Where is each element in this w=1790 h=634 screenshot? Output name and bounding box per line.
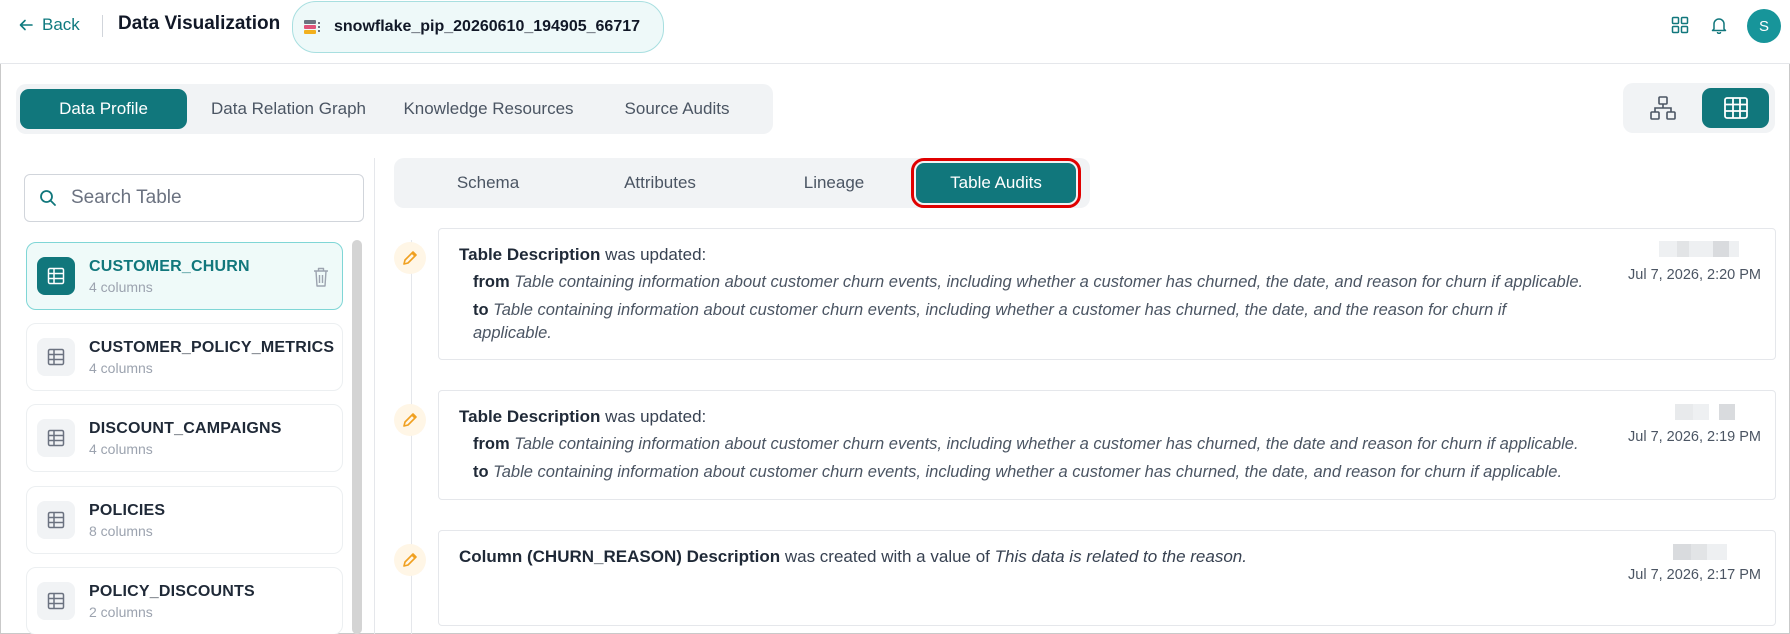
audit-title: Table Description was updated:: [459, 407, 706, 427]
main-tabs: Data Profile Data Relation Graph Knowled…: [16, 84, 773, 134]
redacted-user: [1673, 544, 1727, 560]
audit-to-value: Table containing information about custo…: [493, 463, 1563, 481]
audit-title: Column (CHURN_REASON) Description was cr…: [459, 547, 1247, 567]
back-button[interactable]: Back: [18, 14, 80, 36]
audit-to-value: Table containing information about custo…: [493, 301, 1507, 319]
tab-data-relation-graph[interactable]: Data Relation Graph: [187, 89, 390, 129]
pencil-icon: [394, 404, 426, 436]
tab-knowledge-resources[interactable]: Knowledge Resources: [390, 89, 587, 129]
tab-lineage[interactable]: Lineage: [754, 163, 914, 203]
bell-icon[interactable]: [1708, 14, 1730, 36]
audit-entry: Column (CHURN_REASON) Description was cr…: [438, 530, 1776, 626]
audit-to-label: to: [473, 463, 489, 481]
table-icon: [37, 582, 75, 620]
table-column-count: 4 columns: [89, 440, 153, 457]
graph-view-button[interactable]: [1629, 88, 1696, 128]
sidebar-scrollbar-thumb[interactable]: [352, 240, 362, 634]
table-item-customer-churn[interactable]: CUSTOMER_CHURN 4 columns: [26, 242, 343, 310]
audit-timestamp: Jul 7, 2026, 2:19 PM: [1628, 429, 1761, 445]
audit-from-line: from Table containing information about …: [473, 271, 1583, 294]
audit-timestamp: Jul 7, 2026, 2:17 PM: [1628, 567, 1761, 583]
audit-from-line: from Table containing information about …: [473, 433, 1579, 456]
audit-to-line: to Table containing information about cu…: [473, 461, 1562, 484]
audit-subject: Table Description: [459, 245, 601, 264]
avatar[interactable]: S: [1747, 9, 1781, 43]
detail-tabs: Schema Attributes Lineage Table Audits: [394, 158, 1090, 208]
redacted-user: [1675, 404, 1735, 420]
audit-action: was updated:: [600, 407, 707, 426]
table-item-discount-campaigns[interactable]: DISCOUNT_CAMPAIGNS 4 columns: [26, 404, 343, 472]
audit-entry: Table Description was updated: from Tabl…: [438, 390, 1776, 500]
top-header: Back Data Visualization snowflake_pip_20…: [0, 0, 1790, 64]
search-input[interactable]: [71, 187, 341, 209]
audit-action: was created with a value of: [780, 547, 995, 566]
audit-subject: Table Description: [459, 407, 601, 426]
audit-to-label: to: [473, 301, 489, 319]
table-name: CUSTOMER_CHURN: [89, 257, 250, 275]
dataset-name: snowflake_pip_20260610_194905_66717: [334, 18, 641, 35]
audit-action: was updated:: [600, 245, 707, 264]
table-icon: [37, 419, 75, 457]
arrow-left-icon: [19, 19, 33, 31]
table-name: DISCOUNT_CAMPAIGNS: [89, 419, 282, 437]
audit-from-label: from: [473, 273, 510, 291]
tab-source-audits[interactable]: Source Audits: [587, 89, 767, 129]
tab-schema[interactable]: Schema: [408, 163, 568, 203]
graph-view-icon: [1649, 96, 1676, 120]
audit-entry: Table Description was updated: from Tabl…: [438, 228, 1776, 360]
view-toggle: [1623, 83, 1775, 133]
search-icon: [40, 190, 56, 206]
table-icon: [37, 257, 75, 295]
page-title: Data Visualization: [118, 13, 281, 34]
redacted-user: [1659, 241, 1739, 257]
trash-icon[interactable]: [312, 266, 330, 288]
audit-title: Table Description was updated:: [459, 245, 706, 265]
audit-from-value: Table containing information about custo…: [514, 435, 1579, 453]
table-view-icon: [1723, 97, 1748, 119]
table-column-count: 2 columns: [89, 603, 153, 620]
pencil-icon: [394, 544, 426, 576]
sidebar-divider: [374, 158, 375, 634]
table-view-button[interactable]: [1702, 88, 1769, 128]
table-icon: [37, 501, 75, 539]
table-name: POLICY_DISCOUNTS: [89, 582, 255, 600]
audit-from-value: Table containing information about custo…: [514, 273, 1584, 291]
pencil-icon: [394, 242, 426, 274]
table-item-policies[interactable]: POLICIES 8 columns: [26, 486, 343, 554]
dataset-chip[interactable]: snowflake_pip_20260610_194905_66717: [292, 1, 664, 53]
audit-subject: Column (CHURN_REASON) Description: [459, 547, 781, 566]
table-column-count: 8 columns: [89, 522, 153, 539]
audit-to-line: to Table containing information about cu…: [473, 299, 1506, 322]
apps-grid-icon[interactable]: [1669, 14, 1691, 36]
audit-to-value-cont: applicable.: [473, 324, 552, 342]
audit-timestamp: Jul 7, 2026, 2:20 PM: [1628, 267, 1761, 283]
table-item-policy-discounts[interactable]: POLICY_DISCOUNTS 2 columns: [26, 567, 343, 634]
tab-attributes[interactable]: Attributes: [580, 163, 740, 203]
search-table-box[interactable]: [24, 174, 364, 222]
back-label: Back: [42, 15, 80, 34]
table-column-count: 4 columns: [89, 359, 153, 376]
database-icon: [304, 20, 320, 34]
table-item-customer-policy-metrics[interactable]: CUSTOMER_POLICY_METRICS 4 columns: [26, 323, 343, 391]
header-divider: [102, 15, 103, 37]
table-name: POLICIES: [89, 501, 166, 519]
audit-from-label: from: [473, 435, 510, 453]
audit-to-line-wrap: applicable.: [473, 322, 552, 345]
tab-table-audits[interactable]: Table Audits: [911, 158, 1081, 208]
table-column-count: 4 columns: [89, 278, 153, 295]
table-name: CUSTOMER_POLICY_METRICS: [89, 338, 335, 356]
tab-data-profile[interactable]: Data Profile: [20, 89, 187, 129]
table-icon: [37, 338, 75, 376]
audit-value: This data is related to the reason.: [994, 547, 1247, 566]
